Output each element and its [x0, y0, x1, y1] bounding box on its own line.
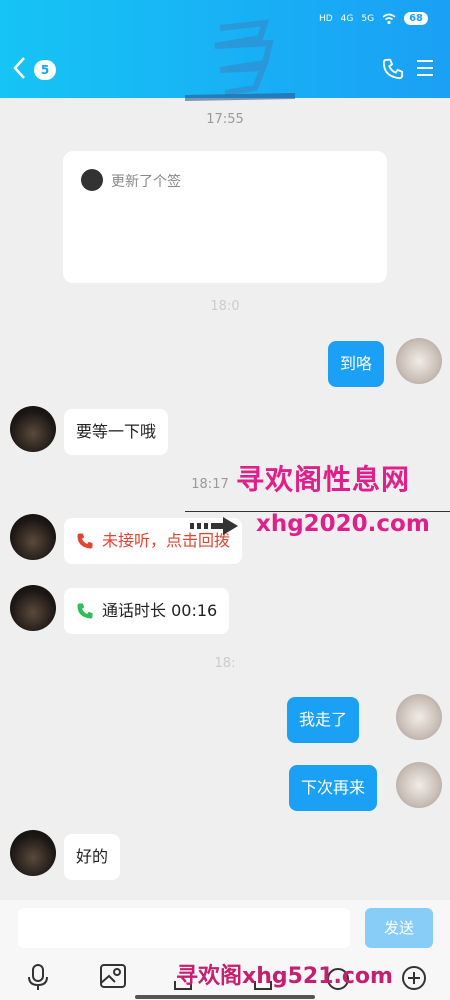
message-bubble-outgoing[interactable]: 下次再来 — [289, 765, 378, 811]
avatar[interactable] — [396, 694, 442, 740]
timestamp: 18: — [214, 656, 236, 671]
menu-icon[interactable] — [416, 59, 434, 77]
plus-icon[interactable] — [401, 963, 427, 991]
call-duration-bubble[interactable]: 通话时长 00:16 — [64, 588, 230, 634]
battery-level: 68 — [404, 12, 428, 25]
avatar[interactable] — [10, 514, 56, 560]
watermark-url: xhg2020.com — [256, 511, 430, 537]
wifi-icon — [382, 13, 396, 24]
avatar[interactable] — [396, 338, 442, 384]
message-bubble-outgoing[interactable]: 到咯 — [328, 341, 385, 387]
avatar[interactable] — [396, 762, 442, 808]
arrow-right-icon — [190, 517, 238, 535]
image-icon[interactable] — [99, 963, 127, 989]
network-5g: 5G — [361, 13, 375, 24]
message-bubble-outgoing[interactable]: 我走了 — [287, 697, 360, 743]
timestamp: 18:0 — [210, 299, 240, 314]
phone-icon[interactable] — [382, 58, 404, 80]
back-button[interactable] — [12, 56, 26, 85]
call-duration-text: 通话时长 00:16 — [102, 601, 218, 620]
avatar[interactable] — [10, 585, 56, 631]
scribbled-contact-name — [185, 19, 295, 101]
phone-missed-icon — [77, 533, 93, 549]
avatar[interactable] — [10, 830, 56, 876]
watermark-bottom: 寻欢阁xhg521.com — [176, 964, 393, 989]
home-indicator[interactable] — [135, 995, 315, 999]
hd-label: HD — [318, 13, 333, 24]
avatar[interactable] — [10, 406, 56, 452]
status-bar: HD 4G 5G 68 — [319, 12, 428, 25]
phone-icon — [77, 603, 93, 619]
chevron-left-icon — [13, 57, 25, 79]
message-bubble-incoming[interactable]: 要等一下哦 — [64, 409, 169, 455]
network-4g: 4G — [340, 13, 354, 24]
microphone-icon[interactable] — [27, 963, 49, 991]
unread-badge: 5 — [34, 60, 56, 80]
send-button[interactable]: 发送 — [365, 908, 433, 948]
card-text: 更新了个签 — [111, 174, 181, 190]
timestamp: 17:55 — [206, 112, 244, 127]
signature-update-card[interactable]: 更新了个签 — [63, 151, 387, 283]
message-input[interactable] — [18, 908, 350, 948]
avatar — [81, 169, 103, 191]
watermark-text: 寻欢阁性息网 — [236, 463, 411, 496]
message-bubble-incoming[interactable]: 好的 — [64, 834, 121, 880]
